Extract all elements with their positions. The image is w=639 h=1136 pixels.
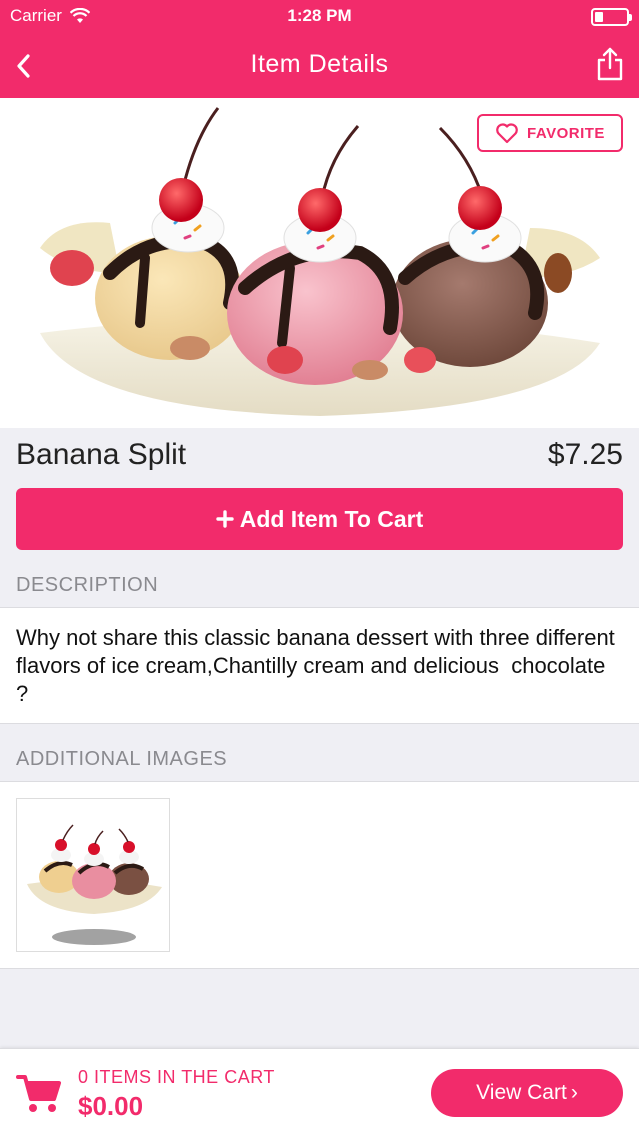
page-title: Item Details — [250, 50, 389, 78]
status-bar: Carrier 1:28 PM — [0, 0, 639, 34]
add-to-cart-label: Add Item To Cart — [239, 505, 424, 532]
view-cart-label: View Cart — [476, 1081, 567, 1104]
chevron-right-icon: › — [570, 1081, 578, 1104]
item-name: Banana Split — [16, 438, 187, 471]
description-header: DESCRIPTION — [16, 574, 159, 596]
cart-total: $0.00 — [78, 1091, 144, 1121]
additional-images-section — [0, 781, 639, 969]
top-bar: Carrier 1:28 PM Item Details — [0, 0, 639, 98]
plus-icon — [216, 510, 234, 528]
banana-split-thumbnail-image — [27, 824, 162, 945]
item-hero-image: FAVORITE — [0, 98, 639, 428]
cart-footer: 0 ITEMS IN THE CART $0.00 View Cart › — [0, 1048, 639, 1136]
add-to-cart-button[interactable]: Add Item To Cart — [16, 488, 623, 550]
additional-images-header: ADDITIONAL IMAGES — [16, 748, 228, 770]
navigation-bar: Item Details — [0, 34, 639, 98]
battery-icon — [591, 8, 632, 26]
share-icon[interactable] — [595, 46, 625, 82]
view-cart-button[interactable]: View Cart › — [431, 1069, 623, 1117]
heart-outline-icon — [496, 123, 518, 144]
additional-image-thumbnail[interactable] — [16, 798, 170, 952]
description-section: Why not share this classic banana desser… — [0, 607, 639, 724]
status-time: 1:28 PM — [287, 6, 352, 25]
cart-item-count: 0 ITEMS IN THE CART — [78, 1067, 275, 1087]
favorite-label: FAVORITE — [527, 124, 605, 142]
favorite-button[interactable]: FAVORITE — [477, 114, 623, 152]
item-title-row: Banana Split $7.25 — [0, 428, 639, 484]
description-text: Why not share this classic banana desser… — [16, 625, 621, 706]
item-price: $7.25 — [547, 438, 623, 471]
shopping-cart-icon[interactable] — [16, 1069, 62, 1115]
